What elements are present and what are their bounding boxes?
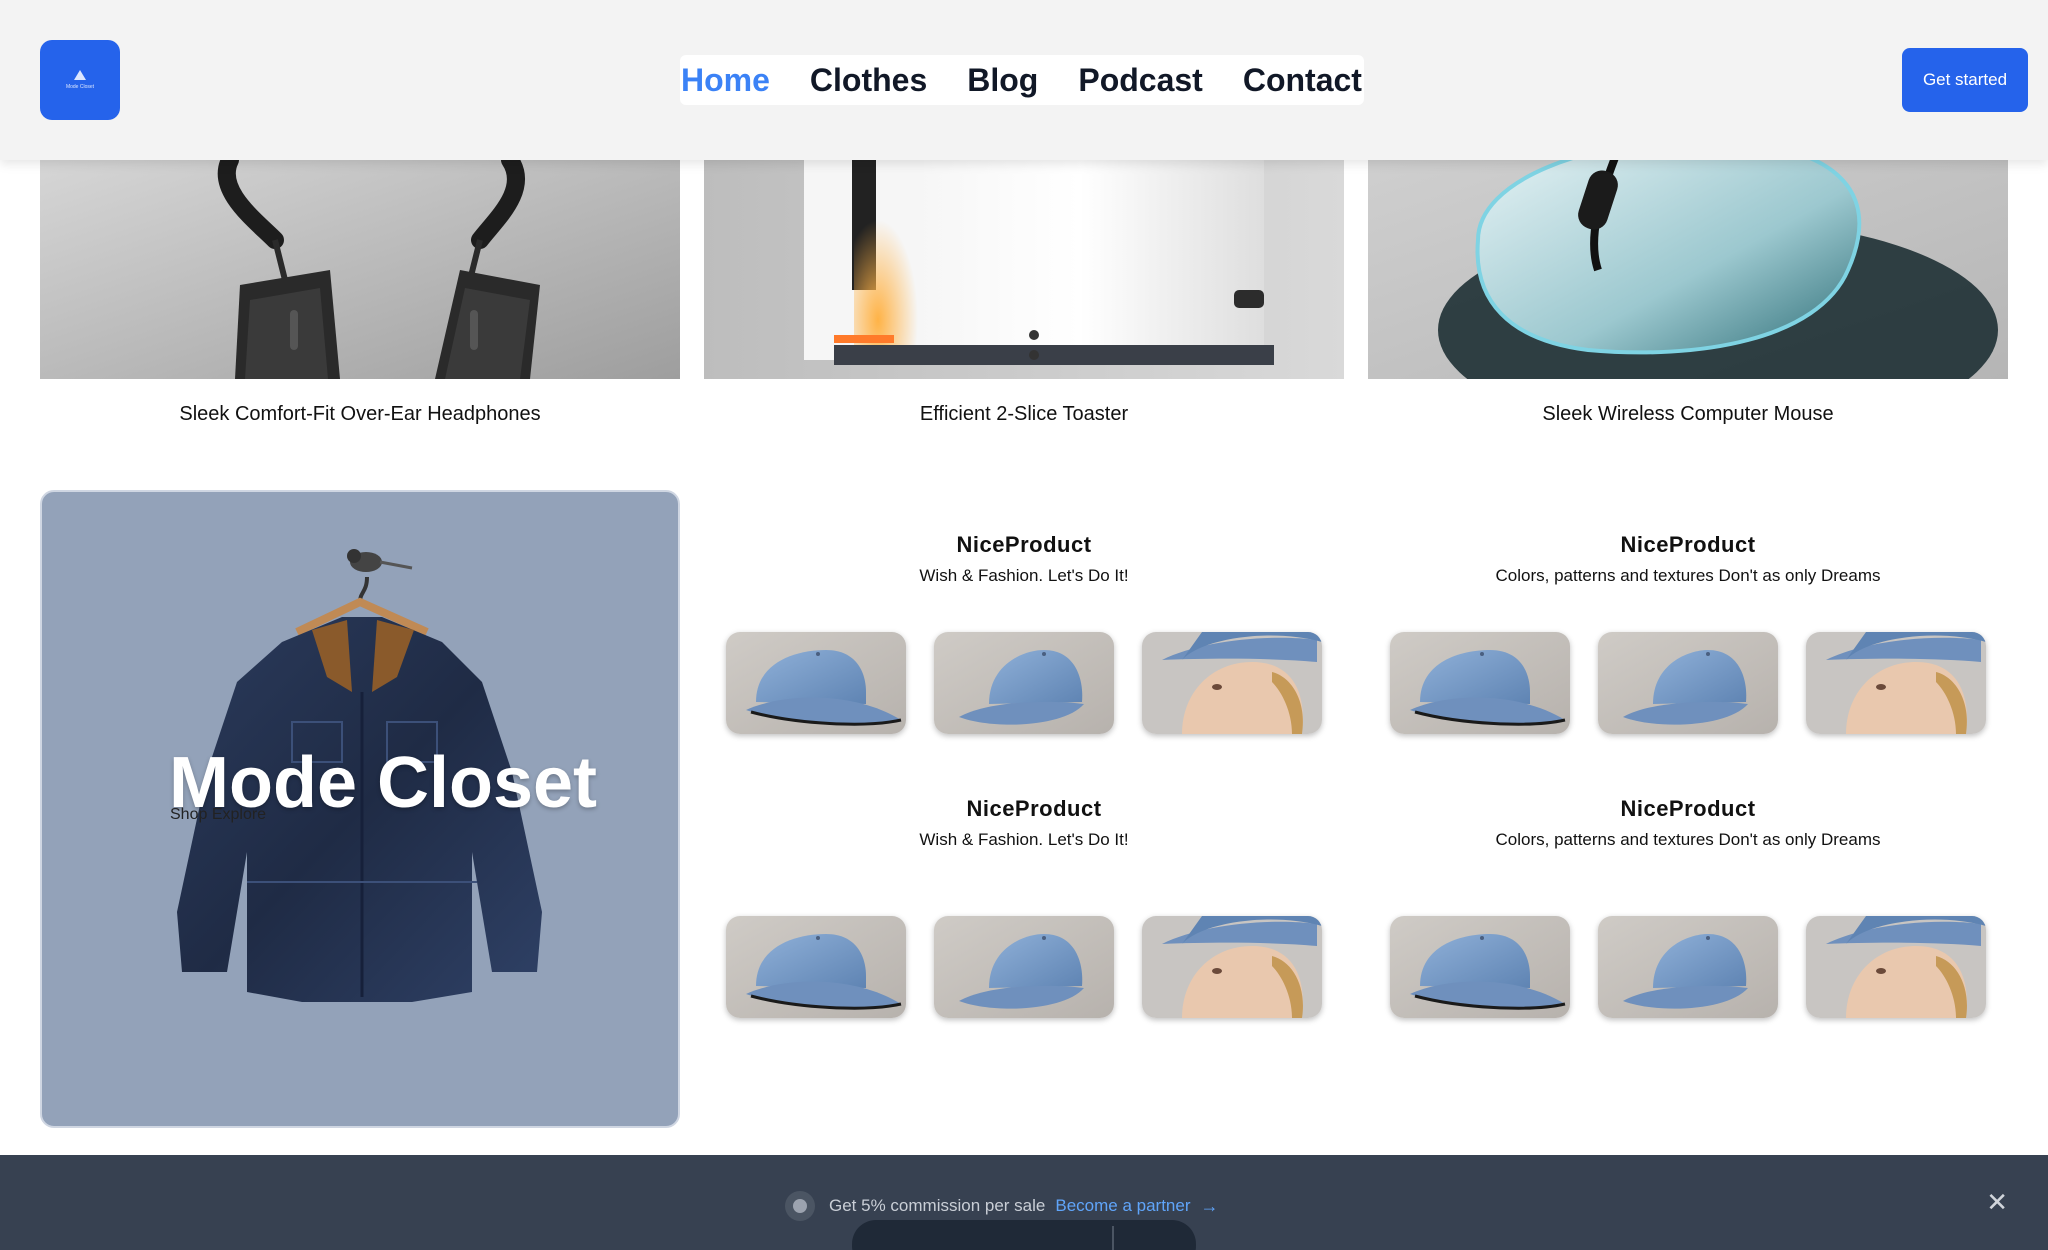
group-subtitle: Wish & Fashion. Let's Do It! — [919, 566, 1129, 585]
promo-text: Get 5% commission per sale — [829, 1196, 1046, 1215]
cap-thumbnail[interactable] — [726, 632, 906, 734]
logo[interactable]: Mode Closet — [40, 40, 120, 120]
nav-contact[interactable]: Contact — [1243, 62, 1362, 99]
nav-clothes[interactable]: Clothes — [810, 62, 927, 99]
cap-thumbnail[interactable] — [1142, 632, 1322, 734]
group-title: NiceProduct — [956, 532, 1092, 557]
nav-podcast[interactable]: Podcast — [1078, 62, 1202, 99]
group-subtitle: Colors, patterns and textures Don't as o… — [1495, 566, 1881, 585]
hero-subtitle: Shop Explore — [170, 806, 267, 823]
product-caption: Sleek Wireless Computer Mouse — [1542, 403, 1834, 425]
product-caption: Efficient 2-Slice Toaster — [919, 403, 1129, 425]
mouse-image[interactable] — [1368, 160, 2008, 379]
hero-banner[interactable]: Mode Closet Shop Explore — [40, 490, 680, 1128]
cap-thumbnail[interactable] — [1806, 632, 1986, 734]
group-subtitle: Wish & Fashion. Let's Do It! — [919, 830, 1129, 849]
arrow-right-icon[interactable]: → — [1201, 1196, 1219, 1217]
cap-thumbnail[interactable] — [726, 916, 906, 1018]
cap-thumbnail[interactable] — [1598, 916, 1778, 1018]
toaster-image[interactable] — [704, 160, 1344, 379]
promo-bar: Get 5% commission per sale Become a part… — [0, 1155, 2048, 1250]
cap-thumbnail[interactable] — [1390, 916, 1570, 1018]
cap-thumbnail[interactable] — [1142, 916, 1322, 1018]
headphones-image[interactable] — [40, 160, 680, 379]
floating-toolbar[interactable] — [852, 1220, 1196, 1250]
group-title: NiceProduct — [1620, 532, 1756, 557]
cap-thumbnail[interactable] — [1598, 632, 1778, 734]
cap-thumbnail[interactable] — [934, 916, 1114, 1018]
group-title: NiceProduct — [1620, 796, 1756, 821]
product-card[interactable]: Sleek Wireless Computer Mouse — [1368, 160, 2008, 425]
cap-thumbnail[interactable] — [934, 632, 1114, 734]
become-partner-link[interactable]: Become a partner — [1055, 1196, 1190, 1216]
nav-home[interactable]: Home — [681, 62, 770, 99]
group-title: NiceProduct — [966, 796, 1102, 821]
close-icon[interactable]: ✕ — [1986, 1187, 2008, 1218]
product-card[interactable]: Efficient 2-Slice Toaster — [704, 160, 1344, 425]
group-subtitle: Colors, patterns and textures Don't as o… — [1495, 830, 1881, 849]
product-caption: Sleek Comfort-Fit Over-Ear Headphones — [179, 403, 541, 425]
get-started-button[interactable]: Get started — [1902, 48, 2028, 112]
main-nav: Home Clothes Blog Podcast Contact — [680, 55, 1364, 105]
promo-content: Get 5% commission per sale Become a part… — [785, 1191, 1219, 1221]
badge-icon — [785, 1191, 815, 1221]
nav-blog[interactable]: Blog — [967, 62, 1038, 99]
cap-thumbnail[interactable] — [1390, 632, 1570, 734]
cap-thumbnail[interactable] — [1806, 916, 1986, 1018]
logo-mark-icon — [74, 70, 86, 80]
logo-text: Mode Closet — [65, 84, 95, 90]
product-card[interactable]: Sleek Comfort-Fit Over-Ear Headphones — [40, 160, 680, 425]
site-header: Mode Closet Home Clothes Blog Podcast Co… — [0, 0, 2048, 160]
